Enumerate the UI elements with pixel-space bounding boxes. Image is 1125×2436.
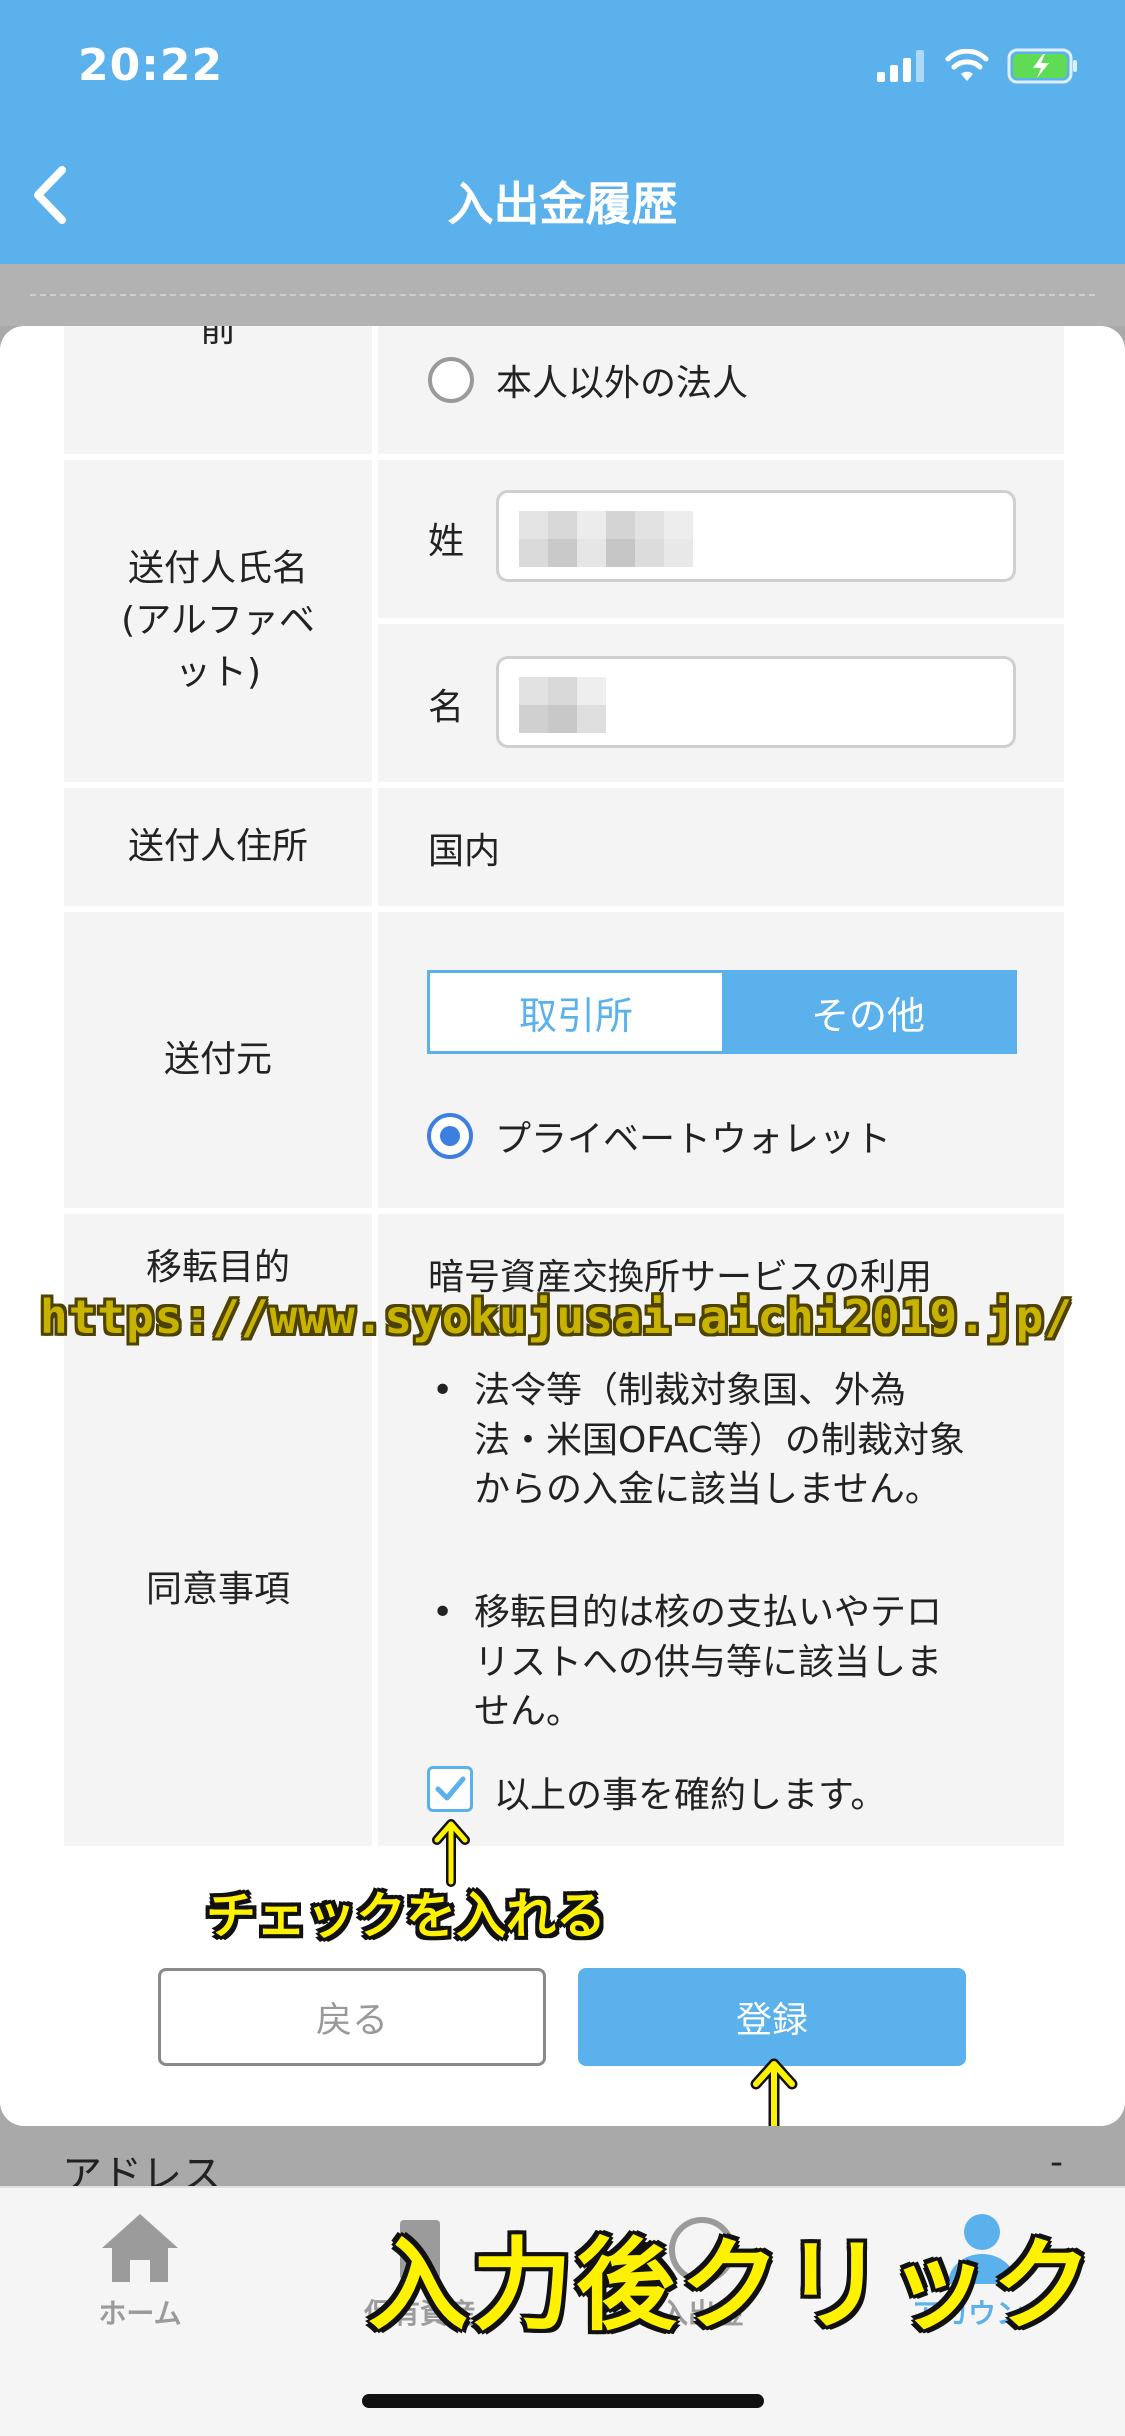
url-watermark: https://www.syokujusai-aichi2019.jp/ [40, 1290, 1073, 1344]
submit-button[interactable]: 登録 [578, 1968, 966, 2066]
private-wallet-radio[interactable] [427, 1113, 473, 1159]
sender-address-label: 送付人住所 [64, 788, 372, 906]
consent-item-2: • 移転目的は核の支払いやテロリストへの供与等に該当しません。 [428, 1588, 974, 1737]
last-name-input[interactable] [496, 490, 1016, 582]
sender-name-label-2: (アルファベ [121, 599, 315, 641]
first-name-input[interactable] [496, 656, 1016, 748]
blurred-text [519, 677, 606, 733]
tab-exchange[interactable]: 取引所 [430, 973, 722, 1051]
sender-name-label-1: 送付人氏名 [127, 547, 308, 589]
check-icon [435, 1776, 466, 1801]
blurred-text [519, 511, 693, 567]
last-name-label: 姓 [428, 521, 465, 562]
option-corp[interactable]: 本人以外の法人 [428, 354, 748, 406]
list-header-strip [0, 264, 1125, 326]
corp-radio[interactable] [428, 357, 474, 403]
app-header: 20:22 入出金履歴 [0, 0, 1125, 264]
status-icons [877, 48, 1079, 84]
status-time: 20:22 [78, 40, 224, 91]
home-icon [102, 2214, 178, 2282]
consent-label: 同意事項 [64, 1334, 372, 1846]
wifi-icon [945, 49, 989, 81]
consent-item-1: • 法令等（制裁対象国、外為法・米国OFAC等）の制裁対象からの入金に該当しませ… [428, 1366, 974, 1515]
signal-icon [877, 50, 924, 82]
battery-icon [1007, 48, 1077, 84]
click-hint-annotation: 入力後クリック [368, 2227, 1096, 2344]
back-button[interactable]: 戻る [158, 1968, 546, 2066]
consent-item-2-text: 移転目的は核の支払いやテロリストへの供与等に該当しません。 [474, 1592, 943, 1733]
corp-radio-label: 本人以外の法人 [496, 363, 749, 404]
sender-name-label-3: ット) [174, 652, 262, 694]
address-value: - [1050, 2142, 1063, 2183]
check-hint-annotation: チェックを入れる [206, 1887, 606, 1945]
sender-type-label: 前 [199, 326, 236, 350]
first-name-label: 名 [428, 687, 465, 728]
deposit-info-modal: 前 本人以外の法人 送付人氏名 (アルファベ ット) 姓 名 送付人住所 国内 … [0, 326, 1125, 2126]
tab-other[interactable]: その他 [722, 973, 1014, 1051]
source-label: 送付元 [64, 912, 372, 1208]
agree-checkbox[interactable] [427, 1766, 473, 1812]
row-sender-address: 送付人住所 [64, 788, 1064, 906]
option-private-wallet[interactable]: プライベートウォレット [427, 1110, 891, 1162]
agree-label[interactable]: 以上の事を確約します。 [494, 1766, 886, 1818]
row-source: 送付元 [64, 912, 1064, 1208]
consent-item-1-text: 法令等（制裁対象国、外為法・米国OFAC等）の制裁対象からの入金に該当しません。 [474, 1370, 965, 1511]
tab-home[interactable]: ホーム [30, 2210, 250, 2332]
tab-home-label: ホーム [98, 2297, 182, 2330]
private-wallet-label: プライベートウォレット [495, 1119, 892, 1160]
up-arrow-icon [750, 2058, 798, 2126]
page-title: 入出金履歴 [447, 177, 678, 231]
sender-address-value: 国内 [428, 831, 501, 872]
source-segmented-control: 取引所 その他 [427, 970, 1017, 1054]
home-indicator[interactable] [362, 2394, 764, 2408]
